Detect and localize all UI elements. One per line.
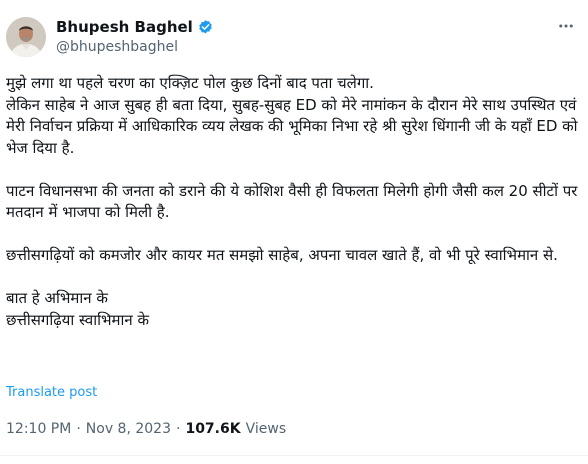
tweet-time[interactable]: 12:10 PM [6, 419, 71, 439]
tweet-card: Bhupesh Baghel @bhupeshbaghel मुझे लगा थ… [0, 0, 588, 464]
views-count: 107.6K [185, 421, 241, 437]
meta-separator: · [176, 421, 181, 437]
tweet-text: मुझे लगा था पहले चरण का एक्ज़िट पोल कुछ … [6, 73, 582, 331]
translate-post-link[interactable]: Translate post [6, 384, 97, 402]
tweet-paragraph: बात हे अभिमान के छत्तीसगढ़िया स्वाभिमान … [6, 289, 149, 329]
author-name-row: Bhupesh Baghel [56, 17, 214, 37]
avatar[interactable] [6, 17, 46, 57]
tweet-date[interactable]: Nov 8, 2023 [86, 419, 171, 439]
meta-separator: · [76, 421, 81, 437]
divider [0, 455, 588, 456]
user-handle[interactable]: @bhupeshbaghel [56, 38, 178, 56]
avatar-image [6, 17, 46, 57]
display-name[interactable]: Bhupesh Baghel [56, 17, 193, 37]
tweet-paragraph: मुझे लगा था पहले चरण का एक्ज़िट पोल कुछ … [6, 74, 578, 157]
verified-badge-icon [197, 19, 214, 36]
tweet-paragraph: छत्तीसगढ़ियों को कमजोर और कायर मत समझो स… [6, 246, 558, 264]
views-label: Views [245, 421, 287, 437]
tweet-metadata: 12:10 PM · Nov 8, 2023 · 107.6K Views [6, 419, 286, 439]
more-options-icon[interactable] [554, 14, 578, 38]
tweet-paragraph: पाटन विधानसभा की जनता को डराने की ये कोश… [6, 181, 578, 222]
